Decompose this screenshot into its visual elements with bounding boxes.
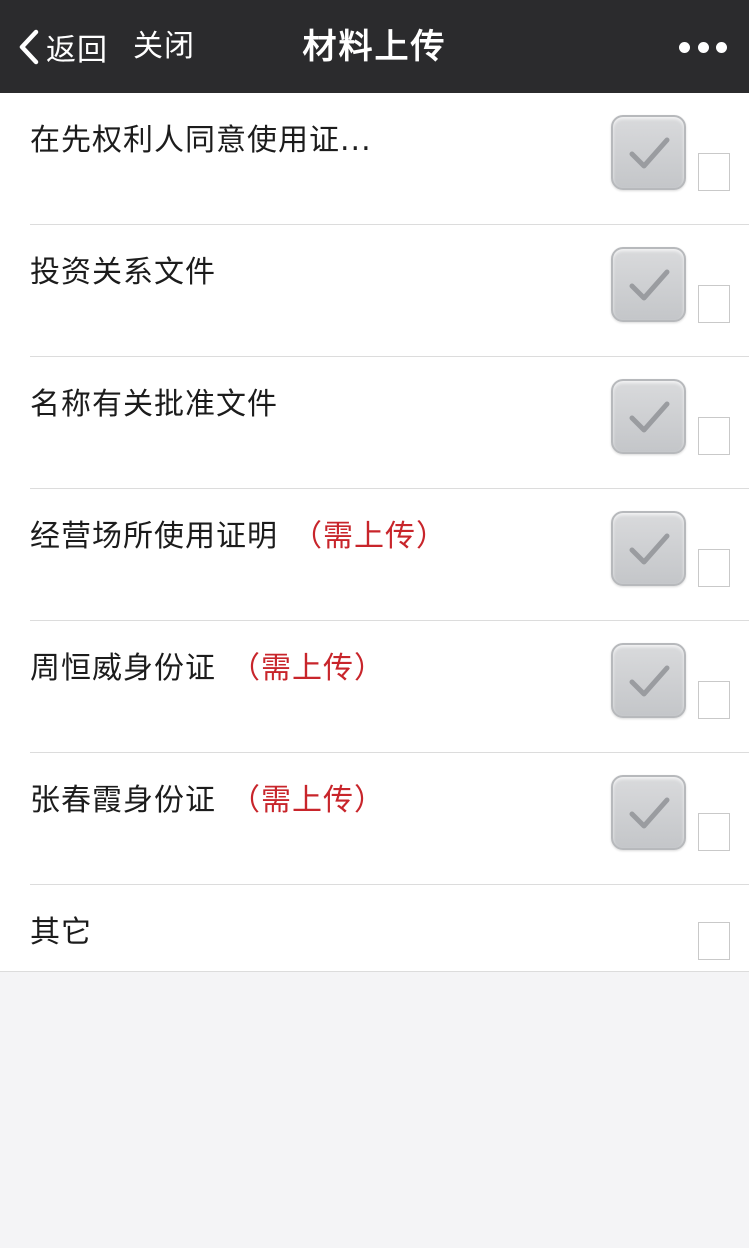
checkmark-thumbnail-icon[interactable] [611,511,686,586]
close-button[interactable]: 关闭 [133,22,195,72]
material-row[interactable]: 周恒威身份证 （需上传） [0,621,749,753]
more-dots-icon [679,41,690,53]
material-label: 投资关系文件 [30,247,216,291]
material-name: 张春霞身份证 [30,783,216,818]
material-row[interactable]: 张春霞身份证 （需上传） [0,753,749,885]
select-checkbox[interactable] [698,285,730,323]
material-list: 在先权利人同意使用证... 投资关系文件名称有关批准文件 经营场所使用证明 （需上传）… [0,93,749,972]
required-upload-note: （需上传） [230,783,385,818]
more-dots-icon [697,41,709,53]
material-row[interactable]: 在先权利人同意使用证... [0,93,749,225]
material-label: 其它 [30,907,92,951]
navigation-bar: 返回 关闭 材料上传 [0,0,749,93]
material-row[interactable]: 名称有关批准文件 [0,357,749,489]
back-button[interactable]: 返回 [18,22,108,72]
material-name: 投资关系文件 [30,255,216,290]
checkmark-thumbnail-icon[interactable] [611,643,686,718]
select-checkbox[interactable] [698,153,730,191]
back-label: 返回 [46,33,108,68]
checkmark-thumbnail-icon[interactable] [611,775,686,850]
select-checkbox[interactable] [698,549,730,587]
chevron-left-icon [19,29,39,65]
material-name: 周恒威身份证 [30,651,216,686]
material-name: 在先权利人同意使用证... [30,123,372,158]
page-title: 材料上传 [302,27,447,67]
material-row[interactable]: 投资关系文件 [0,225,749,357]
more-dots-icon [716,41,727,53]
more-menu-button[interactable] [679,34,727,60]
checkmark-thumbnail-icon[interactable] [611,379,686,454]
select-checkbox[interactable] [698,417,730,455]
material-label: 在先权利人同意使用证... [30,115,372,159]
material-name: 经营场所使用证明 [30,519,278,554]
checkmark-thumbnail-icon[interactable] [611,115,686,190]
material-label: 张春霞身份证 （需上传） [30,775,385,819]
material-row[interactable]: 其它 [0,885,749,971]
select-checkbox[interactable] [698,813,730,851]
checkmark-thumbnail-icon[interactable] [611,247,686,322]
select-checkbox[interactable] [698,922,730,960]
required-upload-note: （需上传） [230,651,385,686]
select-checkbox[interactable] [698,681,730,719]
material-name: 其它 [30,915,92,950]
material-label: 名称有关批准文件 [30,379,278,423]
material-label: 经营场所使用证明 （需上传） [30,511,447,555]
material-label: 周恒威身份证 （需上传） [30,643,385,687]
material-row[interactable]: 经营场所使用证明 （需上传） [0,489,749,621]
required-upload-note: （需上传） [292,519,447,554]
material-name: 名称有关批准文件 [30,387,278,422]
